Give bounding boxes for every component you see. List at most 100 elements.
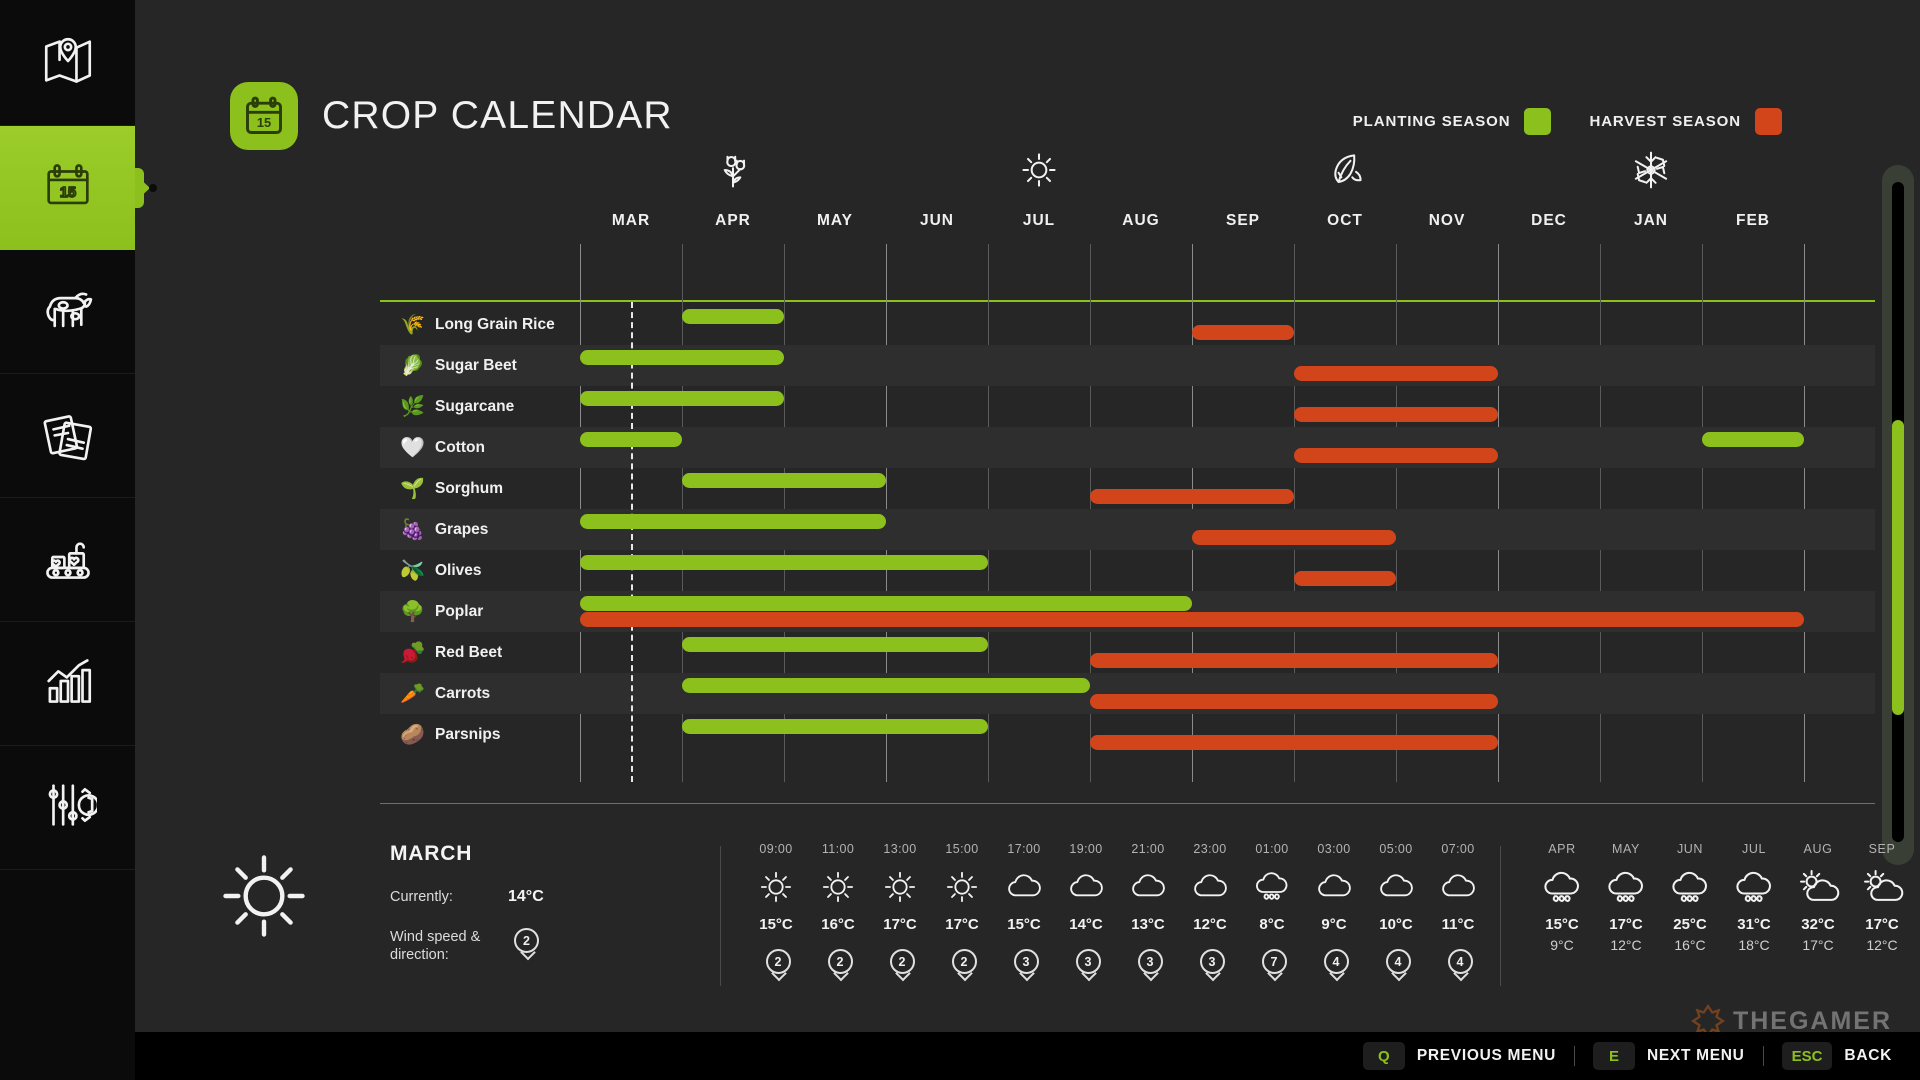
crop-icon: 🌿	[400, 395, 425, 418]
hourly-temperature: 13°C	[1131, 916, 1165, 933]
sidebar-item-statistics[interactable]	[0, 622, 135, 746]
planting-bar	[580, 391, 784, 406]
crop-name: Carrots	[435, 684, 491, 702]
conveyor-icon	[39, 528, 97, 591]
hourly-temperature: 15°C	[1007, 916, 1041, 933]
wind-direction-pin: 3	[1013, 949, 1041, 982]
wind-direction-pin: 2	[951, 949, 979, 982]
crop-icon: 🌳	[400, 600, 425, 623]
cow-icon	[39, 280, 97, 343]
hourly-wind: 3	[1179, 949, 1241, 982]
sidebar-item-calendar[interactable]: 15	[0, 126, 157, 250]
wind-direction-pin: 4	[1323, 949, 1351, 982]
harvest-bar	[1090, 489, 1294, 504]
monthly-month-label: JUN	[1676, 842, 1704, 856]
weather-divider-2	[1500, 846, 1501, 986]
bar-chart-icon	[39, 652, 97, 715]
monthly-forecast-cell: APR 15°C 9°C	[1530, 842, 1594, 953]
page-title: CROP CALENDAR	[322, 94, 673, 137]
crop-label: 🍇 Grapes	[380, 509, 580, 550]
monthly-low-temperature: 12°C	[1866, 937, 1898, 953]
harvest-bar	[1294, 407, 1498, 422]
crop-name: Sugar Beet	[435, 356, 517, 374]
sidebar-item-settings[interactable]	[0, 746, 135, 870]
crop-row[interactable]: 🌱 Sorghum	[380, 468, 1875, 509]
sun-icon	[807, 862, 869, 912]
hourly-time: 23:00	[1193, 842, 1227, 856]
hourly-wind: 4	[1303, 949, 1365, 982]
hourly-forecast-cell: 17:00 15°C 3	[993, 842, 1055, 982]
current-weather-icon	[220, 852, 308, 940]
hourly-forecast: 09:00 15°C 2 11:00 16°C 2 13:00 17°C 2 15:00 17°C 2…	[745, 842, 1489, 982]
season-legend: PLANTING SEASON HARVEST SEASON	[1353, 108, 1782, 135]
monthly-high-temperature: 32°C	[1801, 916, 1835, 933]
hourly-time: 21:00	[1131, 842, 1165, 856]
crop-name: Red Beet	[435, 643, 503, 661]
crop-name: Long Grain Rice	[435, 315, 555, 333]
sidebar-item-animals[interactable]	[0, 250, 135, 374]
scrollbar-track[interactable]	[1892, 182, 1904, 842]
crop-row[interactable]: 🍇 Grapes	[380, 509, 1875, 550]
footer-key-badge: Q	[1362, 1042, 1405, 1070]
sidebar-item-contracts[interactable]	[0, 374, 135, 498]
harvest-bar	[1090, 735, 1498, 750]
monthly-low-temperature: 16°C	[1674, 937, 1706, 953]
hourly-temperature: 8°C	[1259, 916, 1285, 933]
footer-key-badge: ESC	[1781, 1042, 1833, 1070]
footer-action-previous-menu[interactable]: Q PREVIOUS MENU	[1362, 1042, 1556, 1070]
harvest-legend-label: HARVEST SEASON	[1589, 113, 1741, 130]
sidebar-item-map[interactable]	[0, 2, 135, 126]
crop-name: Sugarcane	[435, 397, 515, 415]
footer-action-label: NEXT MENU	[1646, 1047, 1745, 1064]
crop-row[interactable]: 🌾 Long Grain Rice	[380, 304, 1875, 345]
crop-row[interactable]: 🤍 Cotton	[380, 427, 1875, 468]
planting-legend-swatch	[1524, 108, 1552, 135]
current-month-marker	[631, 302, 633, 782]
weather-divider-1	[720, 846, 721, 986]
partly-sunny-icon	[1850, 862, 1914, 914]
footer-divider	[1573, 1046, 1575, 1066]
footer-action-next-menu[interactable]: E NEXT MENU	[1592, 1042, 1745, 1070]
hourly-time: 01:00	[1255, 842, 1289, 856]
wind-direction-pin: 7	[1261, 949, 1289, 982]
crop-icon: 🫜	[400, 641, 425, 664]
harvest-bar	[1090, 653, 1498, 668]
harvest-bar	[1192, 325, 1294, 340]
monthly-month-label: MAY	[1612, 842, 1640, 856]
hourly-forecast-cell: 21:00 13°C 3	[1117, 842, 1179, 982]
crop-label: 🥕 Carrots	[380, 673, 580, 714]
harvest-bar	[1294, 571, 1396, 586]
crop-row[interactable]: 🌿 Sugarcane	[380, 386, 1875, 427]
crop-row[interactable]: 🥕 Carrots	[380, 673, 1875, 714]
harvest-bar	[1090, 694, 1498, 709]
hourly-time: 11:00	[821, 842, 855, 856]
crop-icon: 🥬	[400, 354, 425, 377]
crop-icon: 🌱	[400, 477, 425, 500]
crop-row[interactable]: 🌳 Poplar	[380, 591, 1875, 632]
planting-bar	[1702, 432, 1804, 447]
wind-direction-pin: 2	[514, 928, 541, 961]
hourly-temperature: 14°C	[1069, 916, 1103, 933]
active-indicator-dot	[149, 184, 157, 192]
harvest-bar	[1294, 448, 1498, 463]
sidebar-item-production[interactable]	[0, 498, 135, 622]
crop-row[interactable]: 🥔 Parsnips	[380, 714, 1875, 755]
crop-row[interactable]: 🫒 Olives	[380, 550, 1875, 591]
wind-row: Wind speed & direction: 2	[390, 928, 610, 964]
grid-top-rule	[380, 300, 1875, 302]
footer-action-back[interactable]: ESC BACK	[1781, 1042, 1892, 1070]
crop-icon: 🫒	[400, 559, 425, 582]
crop-label: 🫜 Red Beet	[380, 632, 580, 673]
sliders-gear-icon	[39, 776, 100, 839]
crop-row[interactable]: 🥬 Sugar Beet	[380, 345, 1875, 386]
hourly-forecast-cell: 09:00 15°C 2	[745, 842, 807, 982]
crop-label: 🌾 Long Grain Rice	[380, 304, 580, 345]
crop-name: Olives	[435, 561, 482, 579]
wind-direction-pin: 3	[1199, 949, 1227, 982]
scrollbar-thumb[interactable]	[1892, 420, 1904, 715]
crop-row[interactable]: 🫜 Red Beet	[380, 632, 1875, 673]
footer-action-label: BACK	[1844, 1047, 1892, 1064]
hourly-time: 03:00	[1317, 842, 1351, 856]
planting-bar	[580, 596, 1192, 611]
planting-bar	[580, 555, 988, 570]
